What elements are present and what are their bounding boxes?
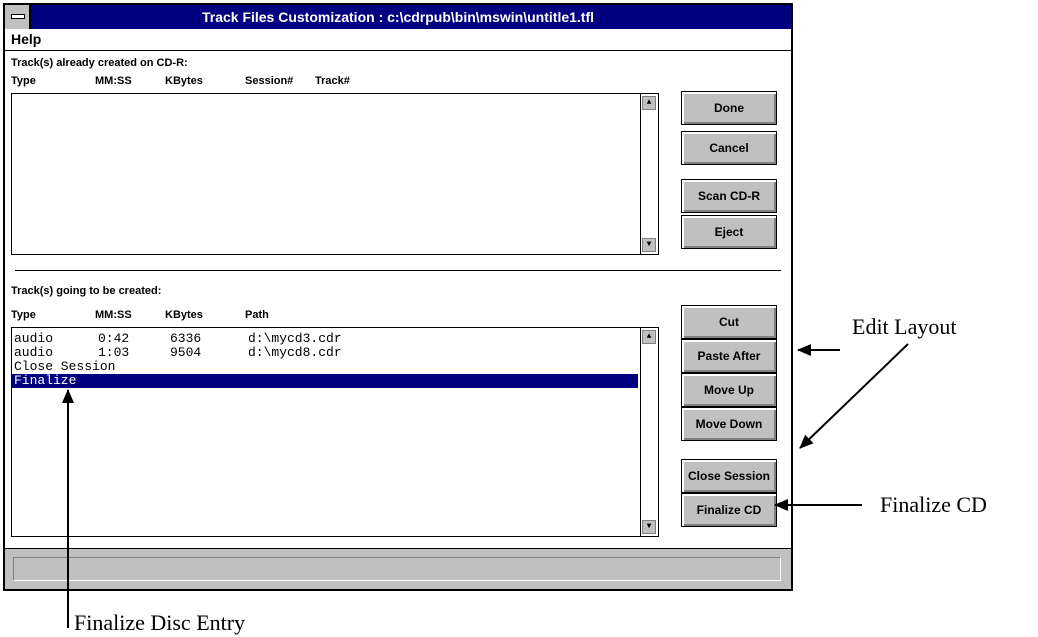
- edit-layout-callout: Edit Layout: [852, 314, 957, 339]
- edit-layout-arrow-2: [799, 343, 909, 449]
- finalize-cd-callout: Finalize CD: [880, 492, 987, 517]
- finalize-disc-entry-callout: Finalize Disc Entry: [74, 610, 246, 635]
